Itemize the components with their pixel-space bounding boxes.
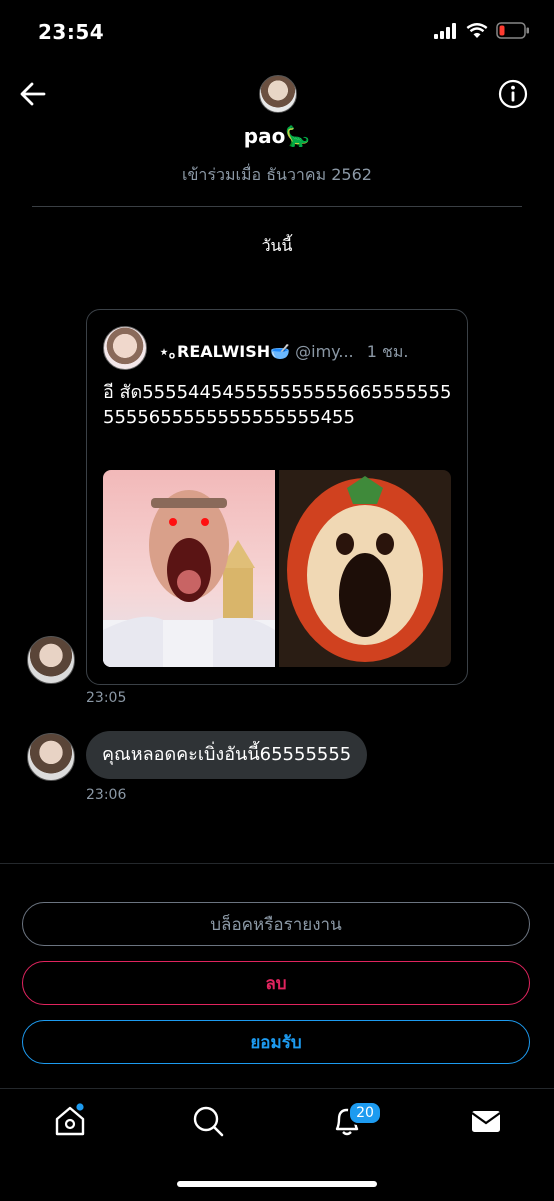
profile-name[interactable]: pao🦕 — [0, 124, 554, 148]
signal-icon — [434, 22, 456, 39]
sender-avatar[interactable] — [27, 636, 75, 684]
tweet-handle: @imy... — [295, 342, 354, 361]
header-divider — [32, 206, 522, 207]
shared-tweet-card[interactable]: ⋆｡REALWISH🥣 @imy... 1 ชม. อี สัด55554454… — [86, 309, 468, 685]
delete-button[interactable]: ลบ — [22, 961, 530, 1005]
back-arrow-icon[interactable] — [18, 80, 48, 108]
accept-button[interactable]: ยอมรับ — [22, 1020, 530, 1064]
block-report-button[interactable]: บล็อคหรือรายงาน — [22, 902, 530, 946]
avatar[interactable] — [259, 75, 297, 113]
tweet-time: 1 ชม. — [366, 342, 409, 361]
sender-avatar[interactable] — [27, 733, 75, 781]
tweet-text: อี สัด5555445455555555556655555555555655… — [103, 382, 452, 428]
search-icon[interactable] — [190, 1103, 226, 1139]
status-time: 23:54 — [38, 20, 105, 44]
info-icon[interactable] — [498, 79, 528, 109]
tweet-display-name: ⋆｡REALWISH🥣 — [159, 342, 291, 361]
message-time: 23:06 — [86, 787, 127, 803]
home-icon[interactable] — [52, 1103, 88, 1139]
messages-icon[interactable] — [468, 1103, 504, 1139]
tweet-image-2[interactable] — [279, 470, 451, 667]
battery-icon — [496, 22, 529, 39]
joined-date: เข้าร่วมเมื่อ ธันวาคม 2562 — [182, 165, 372, 184]
status-icons — [434, 22, 530, 39]
wifi-icon — [466, 22, 488, 38]
date-divider: วันนี้ — [261, 236, 293, 255]
tweet-author[interactable]: ⋆｡REALWISH🥣 @imy... 1 ชม. — [159, 338, 408, 365]
actions-divider — [0, 863, 554, 864]
notifications-badge: 20 — [348, 1101, 382, 1125]
tweet-author-avatar[interactable] — [103, 326, 147, 370]
message-bubble[interactable]: คุณหลอดคะเบิ่งอันนี้65555555 — [86, 731, 368, 779]
message-time: 23:05 — [86, 690, 127, 706]
home-indicator — [177, 1181, 377, 1187]
tweet-image-1[interactable] — [103, 470, 275, 667]
